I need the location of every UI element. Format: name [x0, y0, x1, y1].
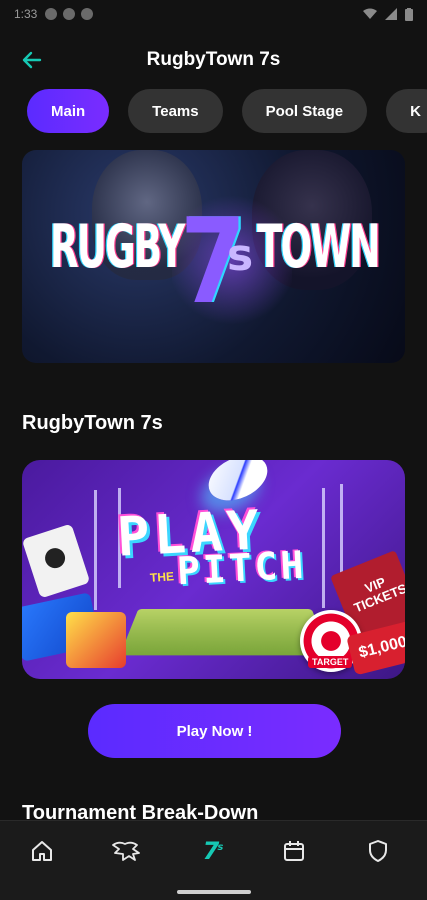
console-prize-image — [22, 523, 91, 599]
nav-shield[interactable] — [356, 835, 400, 867]
nav-sevens[interactable]: 7s — [190, 835, 234, 867]
status-bar: 1:33 — [0, 0, 427, 28]
tab-more[interactable]: K — [386, 89, 427, 133]
goal-post-left — [94, 490, 97, 610]
play-now-button[interactable]: Play Now ! — [88, 704, 341, 758]
calendar-icon — [284, 841, 304, 861]
hero-banner[interactable]: RUGBY 7 s TOWN — [22, 150, 405, 363]
bottom-nav: 7s — [0, 820, 427, 900]
hero-word-town: TOWN — [257, 212, 381, 282]
wifi-icon — [363, 8, 377, 19]
nav-calendar[interactable] — [272, 835, 316, 867]
target-label: TARGET — [308, 656, 353, 668]
horse-icon — [112, 841, 140, 861]
arrow-left-icon — [22, 51, 42, 69]
home-indicator[interactable] — [177, 890, 251, 894]
page-title: RugbyTown 7s — [146, 49, 281, 70]
goal-post-right — [322, 488, 325, 608]
gift-card-image-2 — [66, 612, 126, 668]
back-button[interactable] — [18, 46, 46, 74]
notification-icon — [45, 8, 58, 20]
tab-pool-stage[interactable]: Pool Stage — [241, 89, 368, 133]
tab-teams[interactable]: Teams — [128, 89, 223, 133]
pitch-image — [119, 609, 331, 656]
promo-the-text: THE — [149, 569, 175, 585]
promo-banner[interactable]: PLAY THE PITCH VIP TICKETS TARGET $1,000 — [22, 460, 405, 679]
status-time: 1:33 — [14, 7, 38, 21]
sevens-logo-sup: s — [217, 842, 223, 853]
shield-icon — [369, 840, 387, 862]
tab-bar: Main Teams Pool Stage K — [0, 89, 427, 133]
nav-horse[interactable] — [104, 835, 148, 867]
section-title: RugbyTown 7s — [22, 412, 163, 434]
promo-pitch-text: PITCH — [175, 542, 308, 594]
app-header: RugbyTown 7s — [0, 38, 427, 82]
tab-main[interactable]: Main — [27, 89, 110, 133]
goal-post-right-2 — [340, 484, 343, 584]
sevens-logo-icon: 7s — [202, 837, 224, 865]
signal-icon — [385, 8, 397, 20]
nav-home[interactable] — [20, 835, 64, 867]
shield-icon — [81, 8, 94, 20]
sevens-logo-number: 7 — [202, 837, 220, 865]
hero-s: s — [227, 230, 254, 281]
hero-word-rugby: RUGBY — [50, 212, 185, 282]
battery-icon — [405, 7, 413, 21]
home-icon — [32, 841, 52, 861]
clipboard-icon — [63, 8, 76, 20]
